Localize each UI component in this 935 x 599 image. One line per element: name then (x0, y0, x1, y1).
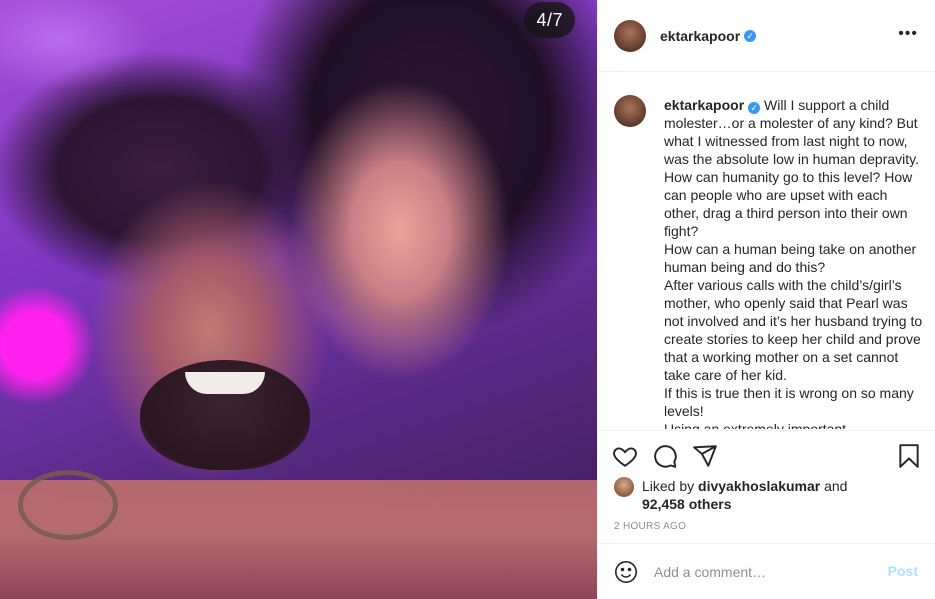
share-icon[interactable] (692, 443, 718, 469)
post-timestamp[interactable]: 2 HOURS AGO (614, 521, 686, 532)
likes-summary: Liked by divyakhoslakumar and 92,458 oth… (614, 477, 847, 513)
author-username[interactable]: ektarkapoor (660, 28, 740, 44)
liker-username[interactable]: divyakhoslakumar (698, 478, 820, 494)
carousel-counter: 4/7 (524, 2, 575, 38)
more-options-icon[interactable]: ••• (898, 26, 918, 42)
comment-bar: Post (598, 543, 935, 599)
photo-region (185, 372, 265, 394)
likes-text: Liked by divyakhoslakumar and 92,458 oth… (642, 477, 847, 513)
post-panel: ektarkapoor ✓ ••• ektarkapoor ✓ Will I su… (597, 0, 935, 599)
caption: ektarkapoor ✓ Will I support a child mole… (664, 96, 926, 429)
post-comment-button[interactable]: Post (888, 563, 918, 579)
post-header: ektarkapoor ✓ ••• (598, 0, 935, 72)
smiley-icon[interactable] (614, 560, 638, 584)
likes-prefix: Liked by (642, 478, 695, 494)
comment-icon[interactable] (652, 443, 678, 469)
caption-avatar[interactable] (614, 95, 646, 127)
caption-area: ektarkapoor ✓ Will I support a child mole… (598, 73, 935, 429)
liker-avatar[interactable] (614, 477, 634, 497)
caption-text: Will I support a child molester…or a mol… (664, 97, 923, 429)
bookmark-icon[interactable] (896, 443, 922, 469)
photo-region (18, 470, 118, 540)
comment-input[interactable] (654, 563, 874, 580)
likes-count[interactable]: 92,458 others (642, 496, 732, 512)
post-container: 4/7 ektarkapoor ✓ ••• ektarkapoor ✓ Will … (0, 0, 935, 599)
likes-connector: and (824, 478, 848, 494)
author-avatar[interactable] (614, 19, 646, 52)
post-photo[interactable]: 4/7 (0, 0, 597, 599)
verified-badge-icon: ✓ (748, 102, 761, 114)
post-actions: Liked by divyakhoslakumar and 92,458 oth… (598, 430, 935, 543)
verified-badge-icon: ✓ (744, 29, 757, 42)
heart-icon[interactable] (612, 443, 638, 469)
caption-username[interactable]: ektarkapoor (664, 97, 744, 113)
